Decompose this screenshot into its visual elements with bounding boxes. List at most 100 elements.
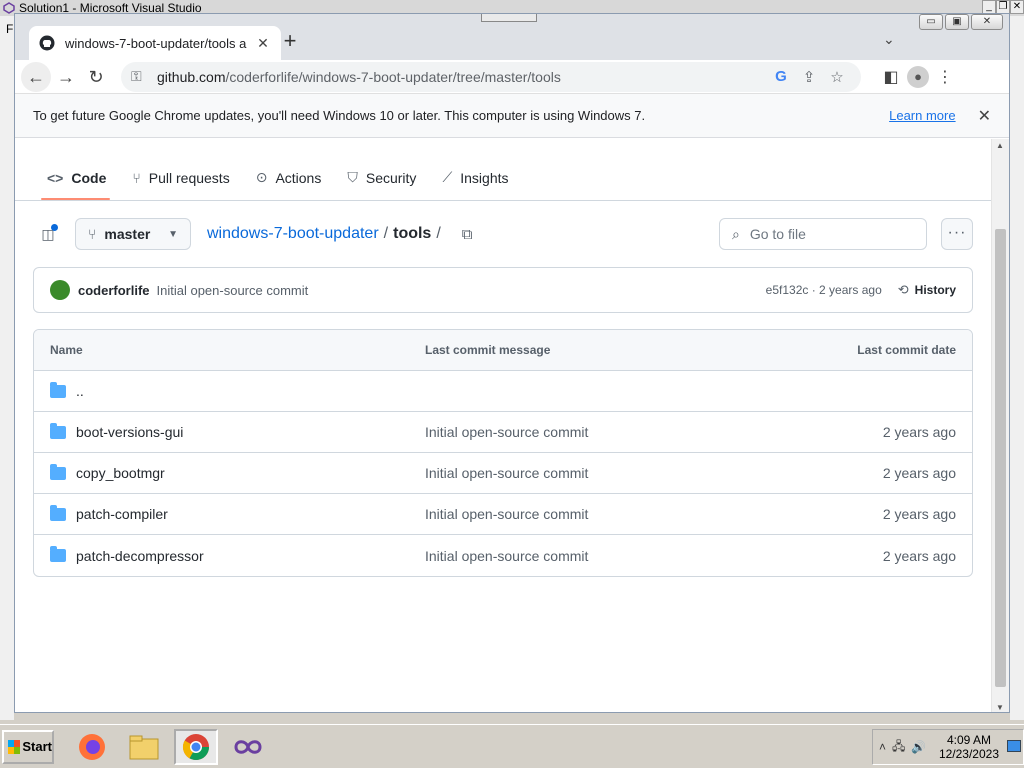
tab-close-icon[interactable]: ✕ [255,35,271,52]
close-window-button[interactable]: ✕ [971,14,1003,30]
commit-meta[interactable]: e5f132c · 2 years ago [766,283,882,297]
commit-message-cell[interactable]: Initial open-source commit [425,424,796,440]
vs-restore-button[interactable]: ❐ [996,0,1010,14]
new-tab-button[interactable]: + [277,29,303,55]
profile-avatar-icon[interactable]: ● [907,65,929,88]
tab-search-chevron-icon[interactable]: ⌄ [883,31,895,48]
search-icon: ⌕ [732,225,740,242]
name-cell: copy_bootmgr [50,463,425,481]
copy-path-icon[interactable]: ⧉ [462,226,473,243]
learn-more-link[interactable]: Learn more [889,108,955,123]
chrome-menu-icon[interactable]: ⋮ [929,67,961,87]
forward-button[interactable]: → [51,62,81,92]
caret-down-icon: ▼ [168,228,178,240]
history-icon: ⟲ [897,282,909,297]
table-row[interactable]: patch-decompressor Initial open-source c… [34,535,972,576]
vs-minimize-button[interactable]: _ [982,0,996,14]
parent-directory-label[interactable]: .. [76,383,84,399]
google-lens-icon[interactable]: G [767,68,795,85]
visual-studio-taskbar-icon[interactable] [226,729,270,765]
scroll-down-arrow-icon[interactable]: ▼ [996,703,1004,712]
address-bar[interactable]: ⚿ github.com/coderforlife/windows-7-boot… [121,61,861,92]
folder-link[interactable]: patch-decompressor [76,548,204,564]
file-table: Name Last commit message Last commit dat… [33,329,973,577]
file-header: ◫ ⑂ master ▼ windows-7-boot-updater / to… [15,201,991,267]
scrollbar-thumb[interactable] [995,229,1006,687]
file-explorer-taskbar-icon[interactable] [122,729,166,765]
firefox-icon [79,733,105,760]
branch-icon: ⑂ [88,226,97,242]
vs-close-button[interactable]: ✕ [1010,0,1024,14]
clock-time: 4:09 AM [946,733,991,747]
folder-link[interactable]: copy_bootmgr [76,465,165,481]
header-name: Name [50,343,83,357]
vs-side-strip: F [0,16,14,720]
site-info-icon[interactable]: ⚿ [131,68,145,85]
active-tab[interactable]: windows-7-boot-updater/tools a ✕ [29,26,281,60]
parent-directory-row[interactable]: .. [34,371,972,412]
tab-actions[interactable]: ⊙ Actions [242,169,334,200]
volume-icon[interactable]: 🔊 [911,740,926,754]
back-button[interactable]: ← [21,61,51,92]
taskbar: Start ˄ 🖧 🔊 4:09 AM 12/23/2023 [0,724,1024,768]
show-hidden-icons-icon[interactable]: ˄ [879,740,886,754]
share-icon[interactable]: ⇪ [795,68,823,86]
repo-link[interactable]: windows-7-boot-updater [207,225,379,243]
tab-insights[interactable]: ⟋ Insights [428,169,520,200]
folder-link[interactable]: patch-compiler [76,506,168,522]
name-cell: patch-decompressor [50,546,425,564]
side-panel-icon[interactable]: ◧ [875,67,907,87]
commit-message-cell[interactable]: Initial open-source commit [425,548,796,564]
firefox-taskbar-icon[interactable] [70,729,114,765]
table-row[interactable]: patch-compiler Initial open-source commi… [34,494,972,535]
play-icon: ⊙ [255,169,268,185]
visual-studio-infinity-icon [234,739,262,754]
folder-icon [50,504,66,521]
tab-pull-requests[interactable]: ⑂ Pull requests [118,170,241,200]
commit-message-cell[interactable]: Initial open-source commit [425,465,796,481]
commit-date-cell: 2 years ago [882,547,956,564]
repo-nav: <> Code ⑂ Pull requests ⊙ Actions ⛉ Security… [15,139,991,201]
tab-code[interactable]: <> Code [33,170,118,200]
go-to-file-input[interactable]: ⌕ Go to file [719,218,927,250]
scroll-up-arrow-icon[interactable]: ▲ [996,141,1004,150]
clock[interactable]: 4:09 AM 12/23/2023 [939,733,999,761]
update-infobar: To get future Google Chrome updates, you… [15,94,1009,138]
infobar-close-icon[interactable]: ✕ [978,106,991,126]
folder-link[interactable]: boot-versions-gui [76,424,183,440]
page-content: <> Code ⑂ Pull requests ⊙ Actions ⛉ Security… [15,139,991,712]
chrome-taskbar-icon[interactable] [174,728,218,765]
table-row[interactable]: copy_bootmgr Initial open-source commit … [34,453,972,494]
history-button[interactable]: ⟲ History [898,282,956,298]
network-icon[interactable]: 🖧 [892,737,905,758]
notification-dot [51,224,58,231]
name-cell: patch-compiler [50,504,425,522]
more-options-button[interactable]: ··· [941,218,973,250]
author-avatar[interactable] [50,280,70,300]
latest-commit-box: coderforlife Initial open-source commit … [33,267,973,313]
window-grabber[interactable] [481,14,537,22]
commit-author[interactable]: coderforlife [78,283,150,298]
reload-button[interactable]: ↻ [81,62,111,92]
vs-menu-letter: F [6,22,14,36]
commit-date-cell: 2 years ago [882,506,956,522]
tab-security[interactable]: ⛉ Security [333,169,428,200]
code-icon: <> [47,170,64,186]
commit-message[interactable]: Initial open-source commit [157,283,309,298]
tab-label: Pull requests [148,170,230,186]
table-row[interactable]: boot-versions-gui Initial open-source co… [34,412,972,453]
commit-message-cell[interactable]: Initial open-source commit [425,506,796,522]
start-button[interactable]: Start [2,729,54,764]
tab-label: Code [71,170,107,186]
bookmark-star-icon[interactable]: ☆ [823,68,851,86]
system-tray: ˄ 🖧 🔊 4:09 AM 12/23/2023 [872,729,1024,765]
vertical-scrollbar[interactable]: ▲ ▼ [991,139,1009,712]
url-host: github.com [157,68,226,85]
branch-selector-button[interactable]: ⑂ master ▼ [75,218,191,250]
folder-icon [50,463,66,480]
url-text[interactable]: github.com/coderforlife/windows-7-boot-u… [157,69,767,85]
minimize-button[interactable]: ▭ [919,14,943,30]
show-desktop-button[interactable] [1007,740,1021,752]
maximize-button[interactable]: ▣ [945,14,969,30]
file-tree-toggle-icon[interactable]: ◫ [35,221,61,247]
